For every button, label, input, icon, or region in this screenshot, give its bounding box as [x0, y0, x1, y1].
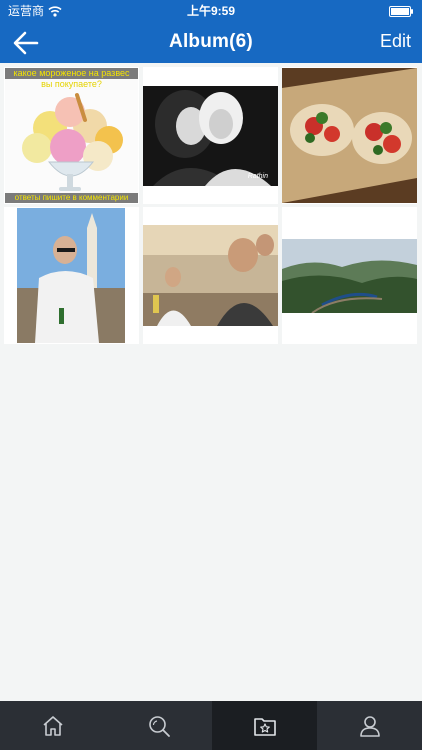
group-photo: [143, 225, 278, 326]
bw-portrait-illustration: [143, 86, 278, 186]
photo-tile-man-street[interactable]: [4, 207, 139, 344]
profile-icon: [359, 715, 380, 737]
landscape-photo: [282, 239, 417, 314]
bottom-tab-bar: [0, 701, 422, 750]
bw-portrait-photo: Rathin: [143, 86, 278, 186]
home-icon: [42, 715, 63, 736]
tab-profile[interactable]: [317, 701, 422, 750]
edit-button[interactable]: Edit: [380, 31, 411, 52]
search-icon: [148, 715, 170, 737]
ice-cream-illustration: [5, 90, 138, 193]
photo-watermark: Rathin: [247, 173, 268, 180]
status-bar: 运营商 上午9:59: [0, 0, 422, 22]
meme-caption-bottom: ответы пишите в комментарии: [5, 193, 138, 203]
battery-icon: [389, 6, 413, 17]
food-photo: [282, 68, 417, 203]
tab-search[interactable]: [106, 701, 211, 750]
album-screen: 运营商 上午9:59 Album(6) Edit какое мороженое…: [0, 0, 422, 750]
top-bar: 运营商 上午9:59 Album(6) Edit: [0, 0, 422, 63]
photo-tile-bw-portrait[interactable]: Rathin: [143, 67, 278, 204]
landscape-illustration: [282, 239, 417, 314]
man-street-photo: [17, 208, 125, 343]
food-illustration: [282, 68, 417, 203]
tab-home[interactable]: [0, 701, 105, 750]
meme-caption-top-line2: вы покупаете?: [5, 79, 138, 90]
favorites-folder-icon: [253, 717, 276, 736]
status-time: 上午9:59: [186, 4, 236, 18]
man-street-illustration: [17, 208, 125, 343]
meme-caption-top-line1: какое мороженое на развес: [5, 68, 138, 79]
navigation-bar: Album(6) Edit: [0, 22, 422, 63]
photo-tile-group[interactable]: [143, 207, 278, 344]
group-illustration: [143, 225, 278, 326]
tab-favorites[interactable]: [212, 701, 317, 750]
photo-tile-food[interactable]: [282, 67, 417, 204]
ice-cream-photo: какое мороженое на развес вы покупаете?: [5, 68, 138, 203]
photo-tile-ice-cream[interactable]: какое мороженое на развес вы покупаете?: [4, 67, 139, 204]
photo-tile-landscape[interactable]: [282, 207, 417, 344]
page-title: Album(6): [169, 31, 253, 52]
